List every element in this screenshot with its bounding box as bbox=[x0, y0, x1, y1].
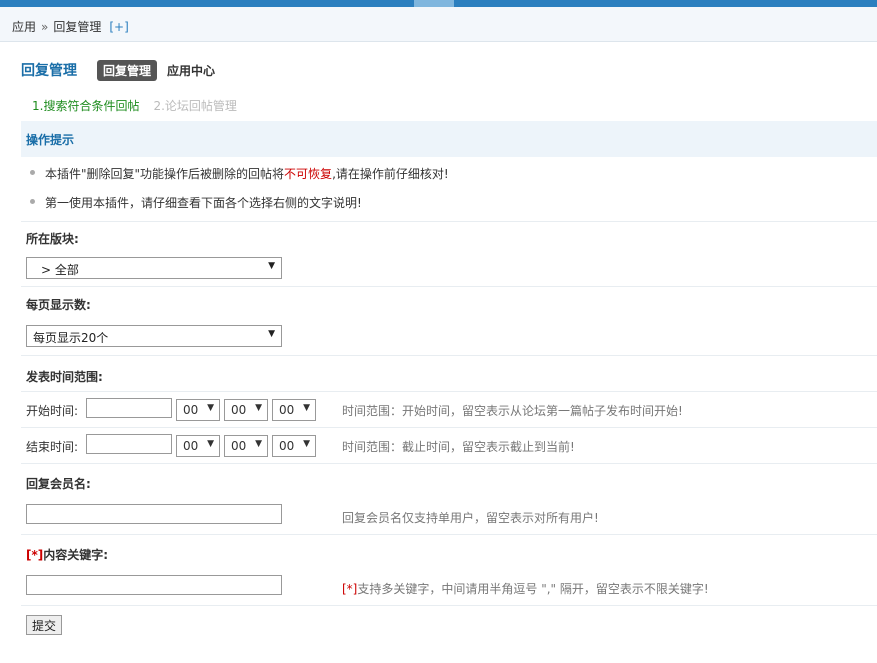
chevron-down-icon: ▼ bbox=[207, 439, 214, 449]
hint-required-mark: [*] bbox=[342, 582, 358, 596]
chevron-down-icon: ▼ bbox=[268, 261, 275, 271]
end-second-value: 00 bbox=[279, 439, 295, 453]
tab-app-center[interactable]: 应用中心 bbox=[167, 62, 215, 79]
chevron-down-icon: ▼ bbox=[255, 439, 262, 449]
tip-line-1-prefix: 本插件"删除回复"功能操作后被删除的回帖将 bbox=[45, 167, 285, 181]
end-minute-select[interactable]: 00 ▼ bbox=[224, 435, 268, 457]
breadcrumb: 应用 » 回复管理 [+] bbox=[0, 7, 877, 42]
chevron-down-icon: ▼ bbox=[268, 329, 275, 339]
start-minute-value: 00 bbox=[231, 403, 247, 417]
chevron-down-icon: ▼ bbox=[303, 439, 310, 449]
bullet-icon bbox=[30, 170, 35, 175]
chevron-down-icon: ▼ bbox=[207, 403, 214, 413]
required-mark: [*] bbox=[26, 548, 44, 562]
time-range-label: 发表时间范围: bbox=[26, 370, 103, 384]
member-label: 回复会员名: bbox=[26, 477, 91, 491]
title-row: 回复管理 回复管理 应用中心 bbox=[21, 59, 215, 81]
forum-select[interactable]: > 全部 ▼ bbox=[26, 257, 282, 279]
divider bbox=[21, 534, 877, 535]
member-input[interactable] bbox=[26, 504, 282, 524]
start-time-label: 开始时间: bbox=[26, 404, 79, 418]
end-date-input[interactable] bbox=[86, 434, 172, 454]
start-time-hint: 时间范围：开始时间，留空表示从论坛第一篇帖子发布时间开始! bbox=[342, 404, 683, 418]
add-shortcut-button[interactable]: [+] bbox=[109, 20, 128, 34]
end-time-hint: 时间范围：截止时间，留空表示截止到当前! bbox=[342, 440, 575, 454]
end-second-select[interactable]: 00 ▼ bbox=[272, 435, 316, 457]
tip-line-1-suffix: ,请在操作前仔细核对! bbox=[332, 167, 449, 181]
tip-line-1: 本插件"删除回复"功能操作后被删除的回帖将不可恢复,请在操作前仔细核对! bbox=[30, 165, 449, 182]
start-second-value: 00 bbox=[279, 403, 295, 417]
start-hour-value: 00 bbox=[183, 403, 199, 417]
end-time-label: 结束时间: bbox=[26, 440, 79, 454]
keyword-label: [*]内容关键字: bbox=[26, 546, 108, 563]
top-bar bbox=[0, 0, 877, 7]
keyword-hint: [*]支持多关键字，中间请用半角逗号 "," 隔开，留空表示不限关键字! bbox=[342, 580, 709, 597]
divider bbox=[21, 221, 877, 222]
tip-line-2: 第一使用本插件，请仔细查看下面各个选择右侧的文字说明! bbox=[30, 194, 362, 211]
tip-line-1-warning: 不可恢复 bbox=[284, 167, 333, 181]
per-page-select[interactable]: 每页显示20个 ▼ bbox=[26, 325, 282, 347]
start-minute-select[interactable]: 00 ▼ bbox=[224, 399, 268, 421]
submit-button[interactable]: 提交 bbox=[26, 615, 62, 635]
bullet-icon bbox=[30, 199, 35, 204]
top-bar-tab-indicator bbox=[414, 0, 454, 7]
tips-header: 操作提示 bbox=[21, 121, 877, 157]
start-date-input[interactable] bbox=[86, 398, 172, 418]
divider bbox=[21, 355, 877, 356]
keyword-hint-text: 支持多关键字，中间请用半角逗号 "," 隔开，留空表示不限关键字! bbox=[357, 582, 709, 596]
start-hour-select[interactable]: 00 ▼ bbox=[176, 399, 220, 421]
end-minute-value: 00 bbox=[231, 439, 247, 453]
keyword-input[interactable] bbox=[26, 575, 282, 595]
breadcrumb-separator: » bbox=[41, 20, 49, 34]
divider bbox=[21, 391, 877, 392]
per-page-select-value: 每页显示20个 bbox=[33, 331, 109, 345]
start-second-select[interactable]: 00 ▼ bbox=[272, 399, 316, 421]
tip-line-2-text: 第一使用本插件，请仔细查看下面各个选择右侧的文字说明! bbox=[45, 196, 362, 210]
breadcrumb-current[interactable]: 回复管理 bbox=[53, 20, 101, 34]
keyword-label-text: 内容关键字: bbox=[43, 548, 109, 562]
forum-select-value: > 全部 bbox=[41, 263, 79, 277]
chevron-down-icon: ▼ bbox=[255, 403, 262, 413]
divider bbox=[21, 463, 877, 464]
tab-reply-manage[interactable]: 回复管理 bbox=[97, 59, 158, 81]
divider bbox=[21, 427, 877, 428]
per-page-label: 每页显示数: bbox=[26, 298, 91, 312]
step-manage: 2.论坛回帖管理 bbox=[153, 99, 237, 113]
divider bbox=[21, 605, 877, 606]
chevron-down-icon: ▼ bbox=[303, 403, 310, 413]
end-hour-value: 00 bbox=[183, 439, 199, 453]
member-hint: 回复会员名仅支持单用户，留空表示对所有用户! bbox=[342, 511, 599, 525]
page-title: 回复管理 bbox=[21, 63, 77, 79]
step-search: 1.搜索符合条件回帖 bbox=[32, 99, 140, 113]
divider bbox=[21, 286, 877, 287]
step-indicator: 1.搜索符合条件回帖 2.论坛回帖管理 bbox=[32, 97, 237, 114]
end-hour-select[interactable]: 00 ▼ bbox=[176, 435, 220, 457]
forum-label: 所在版块: bbox=[26, 232, 79, 246]
breadcrumb-root[interactable]: 应用 bbox=[12, 20, 36, 34]
